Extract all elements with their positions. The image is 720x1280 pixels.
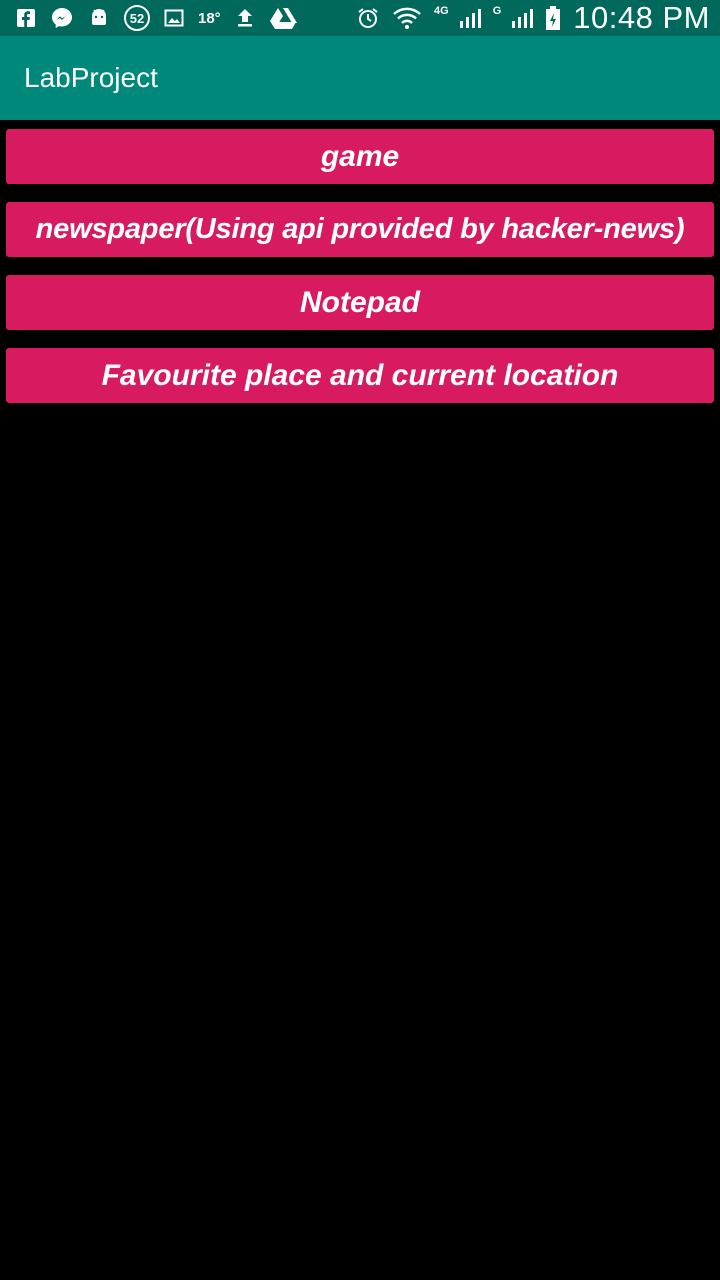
app-title: LabProject <box>24 62 158 93</box>
status-bar-system: 4G G 10:48 PM <box>356 0 710 36</box>
notepad-button[interactable]: Notepad <box>6 275 714 330</box>
upload-icon <box>235 7 255 29</box>
messenger-icon <box>50 6 74 30</box>
clock-text: 10:48 PM <box>573 0 710 35</box>
menu-list: game newspaper(Using api provided by hac… <box>6 129 714 421</box>
status-bar-notifications: 52 18° <box>16 0 311 36</box>
status-bar: 52 18° 4G G 10:48 PM <box>0 0 720 36</box>
wifi-icon <box>392 6 422 30</box>
facebook-icon <box>16 8 36 28</box>
favourite-place-button[interactable]: Favourite place and current location <box>6 348 714 403</box>
notification-count-badge: 52 <box>124 5 150 31</box>
alarm-icon <box>356 6 380 30</box>
drive-icon <box>269 6 297 30</box>
newspaper-button[interactable]: newspaper(Using api provided by hacker-n… <box>6 202 714 257</box>
signal-icon-secondary <box>511 7 534 29</box>
image-icon <box>164 8 184 28</box>
network-type-primary: 4G <box>434 5 449 17</box>
android-icon <box>88 7 110 29</box>
signal-icon <box>459 7 481 29</box>
network-type-secondary: G <box>492 5 502 17</box>
app-bar: LabProject <box>0 36 720 120</box>
game-button[interactable]: game <box>6 129 714 184</box>
battery-icon <box>545 5 561 31</box>
temperature-text: 18° <box>198 9 221 27</box>
